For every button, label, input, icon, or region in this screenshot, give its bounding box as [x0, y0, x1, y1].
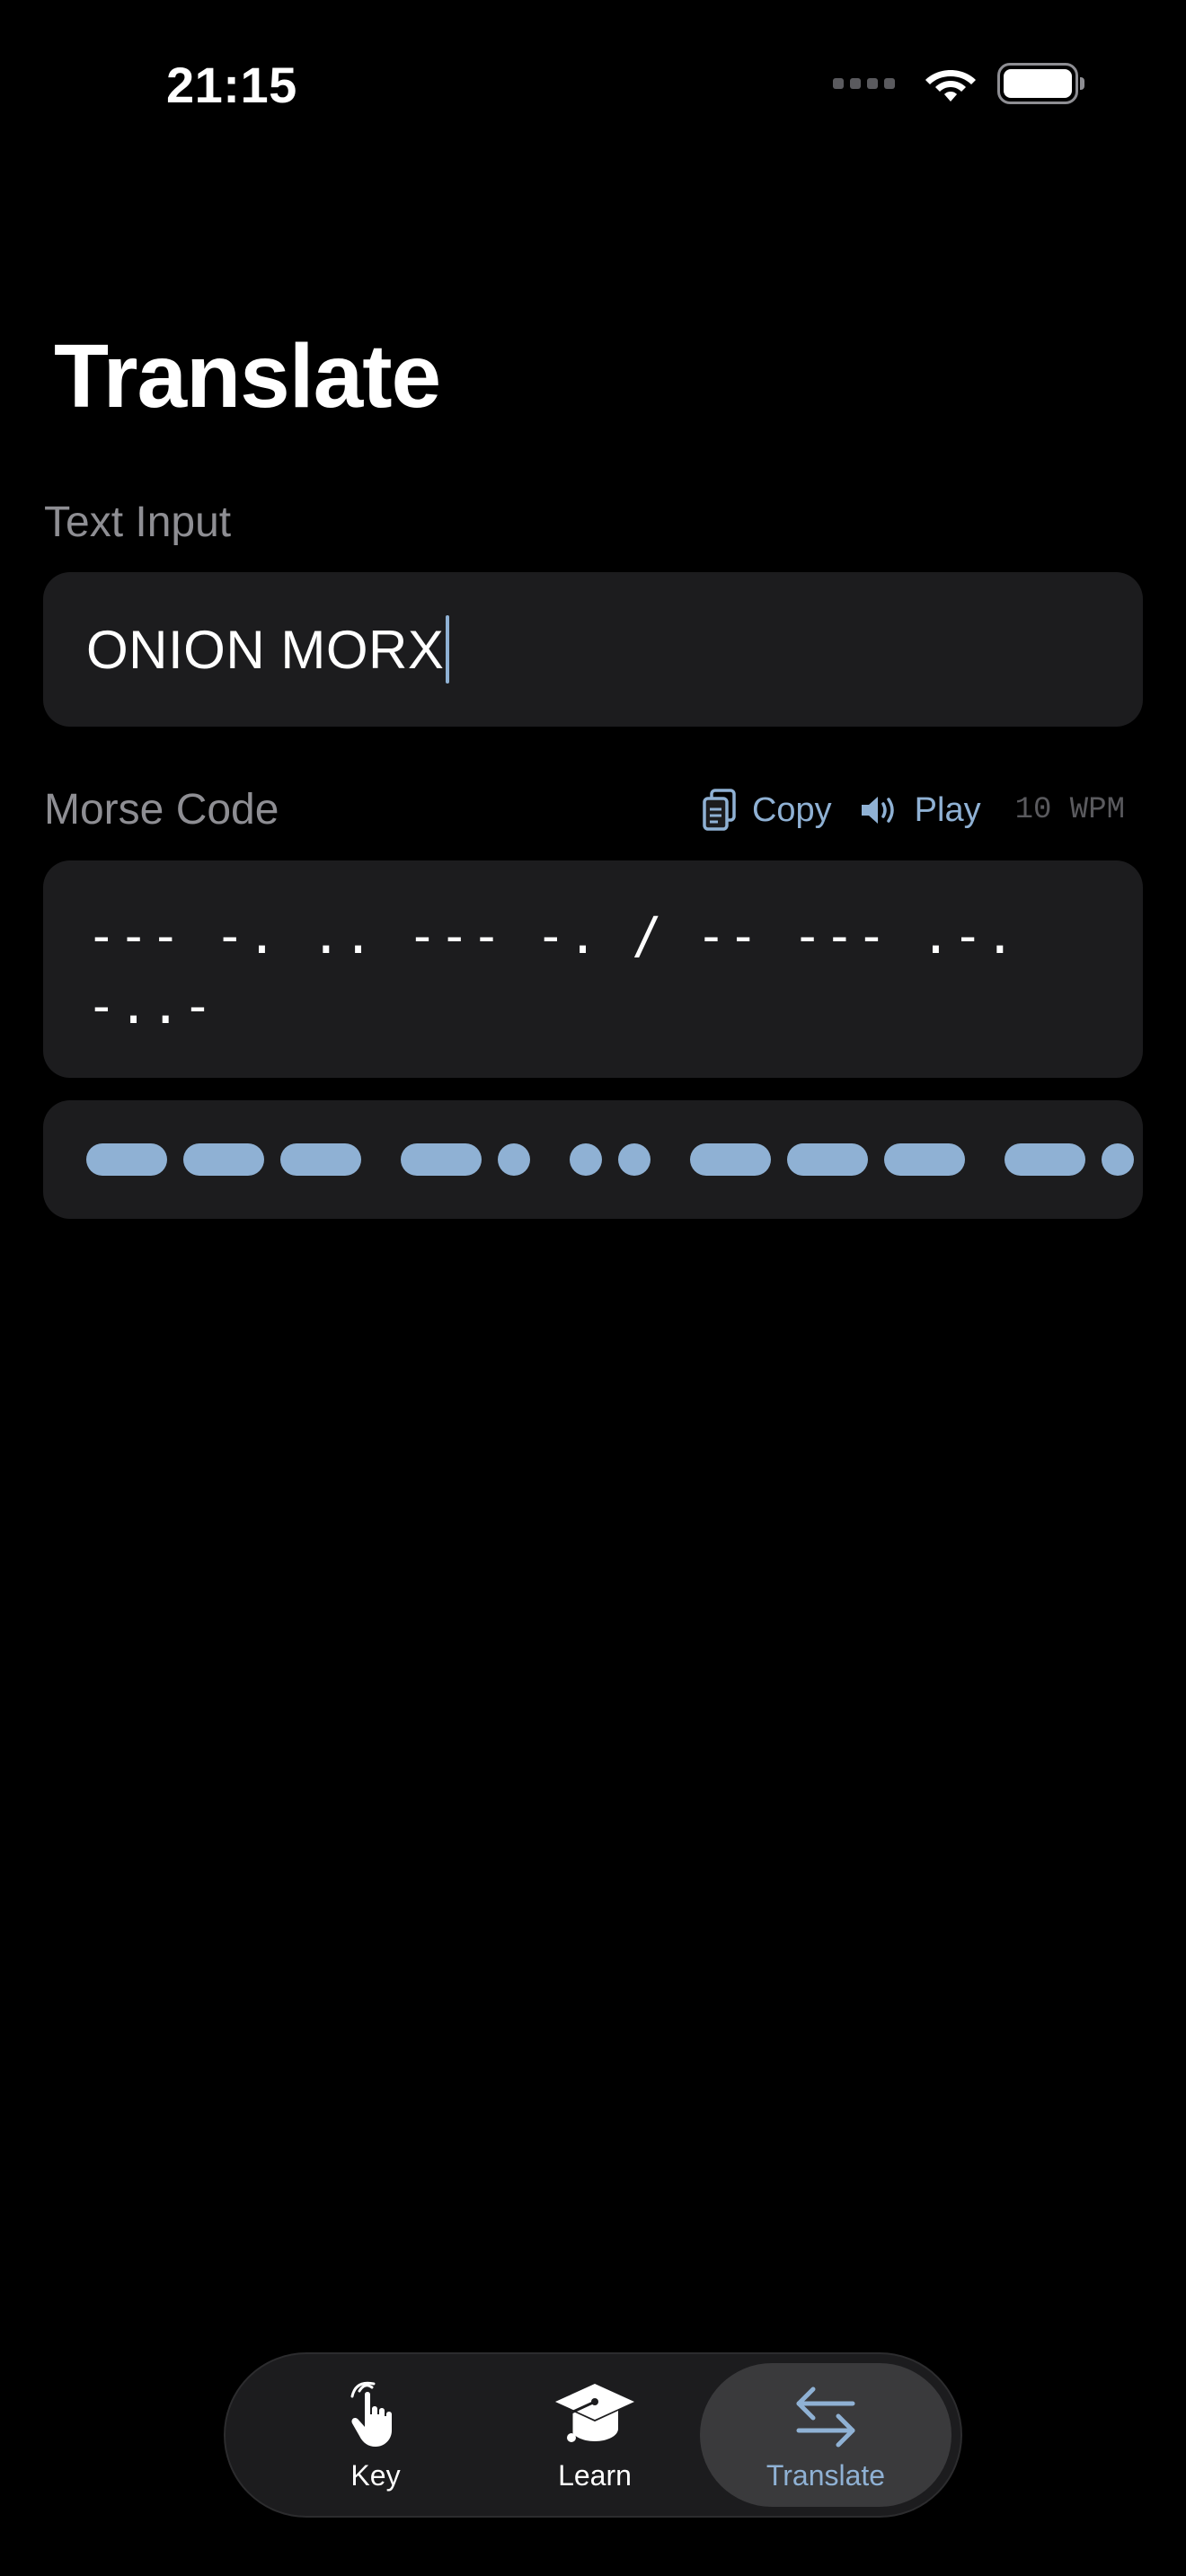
morse-dot — [618, 1143, 651, 1176]
morse-dash — [401, 1143, 482, 1176]
tab-learn-label: Learn — [558, 2458, 632, 2492]
play-label: Play — [914, 790, 981, 829]
text-input-value[interactable]: ONION MORX — [86, 619, 444, 681]
morse-visual-graphic — [86, 1143, 1134, 1176]
morse-code-label: Morse Code — [44, 786, 279, 834]
wifi-icon — [925, 70, 976, 101]
morse-dot — [570, 1143, 602, 1176]
battery-icon — [997, 63, 1084, 104]
morse-dash — [787, 1143, 868, 1176]
text-input-field[interactable]: ONION MORX — [43, 572, 1143, 727]
morse-output-text: --- -. .. --- -. / -- --- .-. -..- — [86, 907, 1049, 1036]
morse-visual — [43, 1100, 1143, 1219]
arrows-exchange-icon — [796, 2386, 855, 2447]
morse-dash — [690, 1143, 771, 1176]
tab-key-label: Key — [350, 2458, 401, 2492]
text-caret — [446, 615, 450, 684]
morse-dot — [498, 1143, 530, 1176]
tab-key[interactable]: Key — [252, 2354, 499, 2516]
morse-output: --- -. .. --- -. / -- --- .-. -..- — [43, 860, 1143, 1078]
status-time: 21:15 — [166, 57, 297, 113]
tab-translate-label: Translate — [766, 2458, 886, 2492]
morse-dash — [280, 1143, 361, 1176]
tap-hand-icon — [350, 2381, 392, 2447]
morse-dash — [1005, 1143, 1085, 1176]
morse-dash — [884, 1143, 965, 1176]
tab-learn[interactable]: Learn — [472, 2354, 718, 2516]
page-title: Translate — [54, 326, 441, 427]
cellular-signal-icon — [833, 78, 895, 89]
play-button[interactable]: Play — [859, 791, 981, 830]
tab-bar: Key Learn Translate — [224, 2352, 962, 2518]
morse-dash — [86, 1143, 167, 1176]
morse-actions: Copy Play 10 WPM — [675, 785, 1125, 835]
tab-translate[interactable]: Translate — [703, 2354, 949, 2516]
morse-dot — [1102, 1143, 1134, 1176]
copy-label: Copy — [751, 790, 832, 829]
morse-dash — [183, 1143, 264, 1176]
speaker-icon — [861, 797, 894, 824]
wpm-indicator: 10 WPM — [1014, 793, 1125, 827]
copy-icon — [703, 789, 736, 831]
text-input-label: Text Input — [44, 498, 232, 546]
copy-button[interactable]: Copy — [702, 788, 832, 833]
graduation-cap-icon — [555, 2383, 634, 2442]
status-icons — [833, 63, 1084, 104]
